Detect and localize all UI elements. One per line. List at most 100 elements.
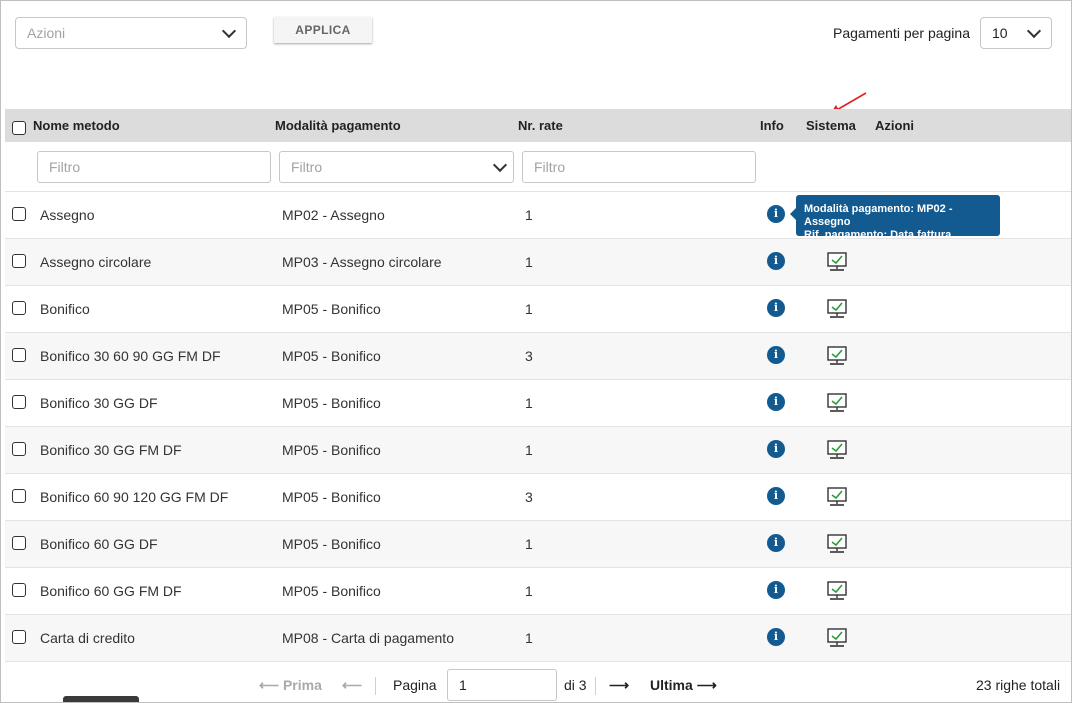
column-header-installments[interactable]: Nr. rate: [518, 118, 563, 133]
method-name: Bonifico 60 GG FM DF: [40, 583, 182, 599]
info-icon[interactable]: i: [767, 628, 785, 646]
row-checkbox[interactable]: [12, 536, 26, 550]
row-checkbox[interactable]: [12, 348, 26, 362]
row-checkbox[interactable]: [12, 207, 26, 221]
system-monitor-icon: [826, 299, 848, 319]
row-checkbox[interactable]: [12, 395, 26, 409]
table-row[interactable]: Bonifico 30 GG FM DF MP05 - Bonifico 1 i: [5, 427, 1071, 474]
installments-filter-input[interactable]: Filtro: [522, 151, 756, 183]
system-monitor-icon: [826, 581, 848, 601]
installments-count: 1: [525, 583, 533, 599]
system-monitor-icon: [826, 628, 848, 648]
system-monitor-icon: [826, 534, 848, 554]
payment-mode: MP05 - Bonifico: [282, 301, 381, 317]
row-checkbox[interactable]: [12, 254, 26, 268]
divider: [595, 677, 596, 695]
row-checkbox[interactable]: [12, 442, 26, 456]
toast-stub: [63, 696, 139, 702]
mode-filter-select[interactable]: Filtro: [279, 151, 514, 183]
method-name: Bonifico 60 90 120 GG FM DF: [40, 489, 229, 505]
filter-row: Filtro Filtro Filtro: [5, 142, 1071, 192]
name-filter-input[interactable]: Filtro: [37, 151, 271, 183]
installments-count: 1: [525, 254, 533, 270]
system-monitor-icon: [826, 252, 848, 272]
table-header: Nome metodo Modalità pagamento Nr. rate …: [5, 109, 1071, 142]
payment-mode: MP05 - Bonifico: [282, 536, 381, 552]
pagination: ⟵ Prima ⟵ Pagina di 3 ⟶ Ultima ⟶ 23 righ…: [5, 661, 1071, 702]
previous-page-arrow-icon[interactable]: ⟵: [342, 677, 362, 694]
info-icon[interactable]: i: [767, 534, 785, 552]
chevron-down-icon: [492, 157, 508, 173]
payment-mode: MP05 - Bonifico: [282, 442, 381, 458]
info-tooltip: Modalità pagamento: MP02 - Assegno Rif. …: [790, 195, 1000, 241]
installments-count: 1: [525, 536, 533, 552]
first-page-label: Prima: [282, 677, 322, 693]
per-page-value: 10: [992, 25, 1008, 41]
select-all-checkbox[interactable]: [12, 121, 26, 135]
info-icon[interactable]: i: [767, 299, 785, 317]
arrow-right-icon: ⟶: [696, 677, 717, 693]
table-row[interactable]: Bonifico 30 60 90 GG FM DF MP05 - Bonific…: [5, 333, 1071, 380]
chevron-down-icon: [1026, 23, 1042, 39]
last-page-button[interactable]: Ultima ⟶: [650, 677, 717, 694]
column-header-actions: Azioni: [875, 118, 914, 133]
table-row[interactable]: Bonifico 60 GG DF MP05 - Bonifico 1 i: [5, 521, 1071, 568]
info-icon[interactable]: i: [767, 487, 785, 505]
row-checkbox[interactable]: [12, 583, 26, 597]
last-page-label: Ultima: [650, 677, 693, 693]
column-header-mode[interactable]: Modalità pagamento: [275, 118, 401, 133]
table-row[interactable]: Assegno circolare MP03 - Assegno circolar…: [5, 239, 1071, 286]
divider: [375, 677, 376, 695]
info-icon[interactable]: i: [767, 205, 785, 223]
column-header-name[interactable]: Nome metodo: [33, 118, 120, 133]
info-icon[interactable]: i: [767, 393, 785, 411]
info-icon[interactable]: i: [767, 440, 785, 458]
info-icon[interactable]: i: [767, 581, 785, 599]
installments-count: 1: [525, 442, 533, 458]
system-monitor-icon: [826, 346, 848, 366]
column-header-system: Sistema: [806, 118, 856, 133]
info-icon[interactable]: i: [767, 346, 785, 364]
system-monitor-icon: [826, 393, 848, 413]
tooltip-line-mode: Modalità pagamento: MP02 - Assegno: [804, 203, 953, 228]
payment-mode: MP05 - Bonifico: [282, 583, 381, 599]
method-name: Carta di credito: [40, 630, 135, 646]
table-row[interactable]: Bonifico 30 GG DF MP05 - Bonifico 1 i: [5, 380, 1071, 427]
payment-methods-panel: Azioni APPLICA Pagamenti per pagina 10 N…: [0, 0, 1072, 703]
bulk-actions-select[interactable]: Azioni: [15, 17, 247, 49]
method-name: Assegno circolare: [40, 254, 152, 270]
payment-mode: MP03 - Assegno circolare: [282, 254, 442, 270]
page-label: Pagina: [393, 677, 437, 693]
table-row[interactable]: Carta di credito MP08 - Carta di pagament…: [5, 615, 1071, 662]
installments-count: 3: [525, 489, 533, 505]
installments-count: 1: [525, 207, 533, 223]
page-number-input[interactable]: [447, 669, 557, 701]
method-name: Assegno: [40, 207, 95, 223]
apply-button[interactable]: APPLICA: [274, 17, 372, 43]
installments-count: 1: [525, 301, 533, 317]
row-checkbox[interactable]: [12, 630, 26, 644]
row-checkbox[interactable]: [12, 489, 26, 503]
per-page-label: Pagamenti per pagina: [833, 25, 970, 41]
method-name: Bonifico 30 GG FM DF: [40, 442, 182, 458]
method-name: Bonifico: [40, 301, 90, 317]
per-page-select[interactable]: 10: [980, 17, 1052, 49]
page-count-label: di 3: [564, 677, 587, 693]
bulk-actions-placeholder: Azioni: [27, 25, 66, 41]
system-monitor-icon: [826, 440, 848, 460]
system-monitor-icon: [826, 487, 848, 507]
payment-mode: MP02 - Assegno: [282, 207, 385, 223]
first-page-button[interactable]: ⟵ Prima: [259, 677, 322, 694]
table-row[interactable]: Bonifico 60 90 120 GG FM DF MP05 - Bonifi…: [5, 474, 1071, 521]
table-row[interactable]: Bonifico MP05 - Bonifico 1 i: [5, 286, 1071, 333]
payment-mode: MP05 - Bonifico: [282, 395, 381, 411]
installments-count: 1: [525, 630, 533, 646]
table-row[interactable]: Bonifico 60 GG FM DF MP05 - Bonifico 1 i: [5, 568, 1071, 615]
next-page-arrow-icon[interactable]: ⟶: [609, 677, 629, 694]
payment-mode: MP08 - Carta di pagamento: [282, 630, 454, 646]
total-rows-label: 23 righe totali: [976, 677, 1061, 693]
arrow-left-icon: ⟵: [259, 677, 280, 693]
info-icon[interactable]: i: [767, 252, 785, 270]
method-name: Bonifico 30 GG DF: [40, 395, 158, 411]
row-checkbox[interactable]: [12, 301, 26, 315]
